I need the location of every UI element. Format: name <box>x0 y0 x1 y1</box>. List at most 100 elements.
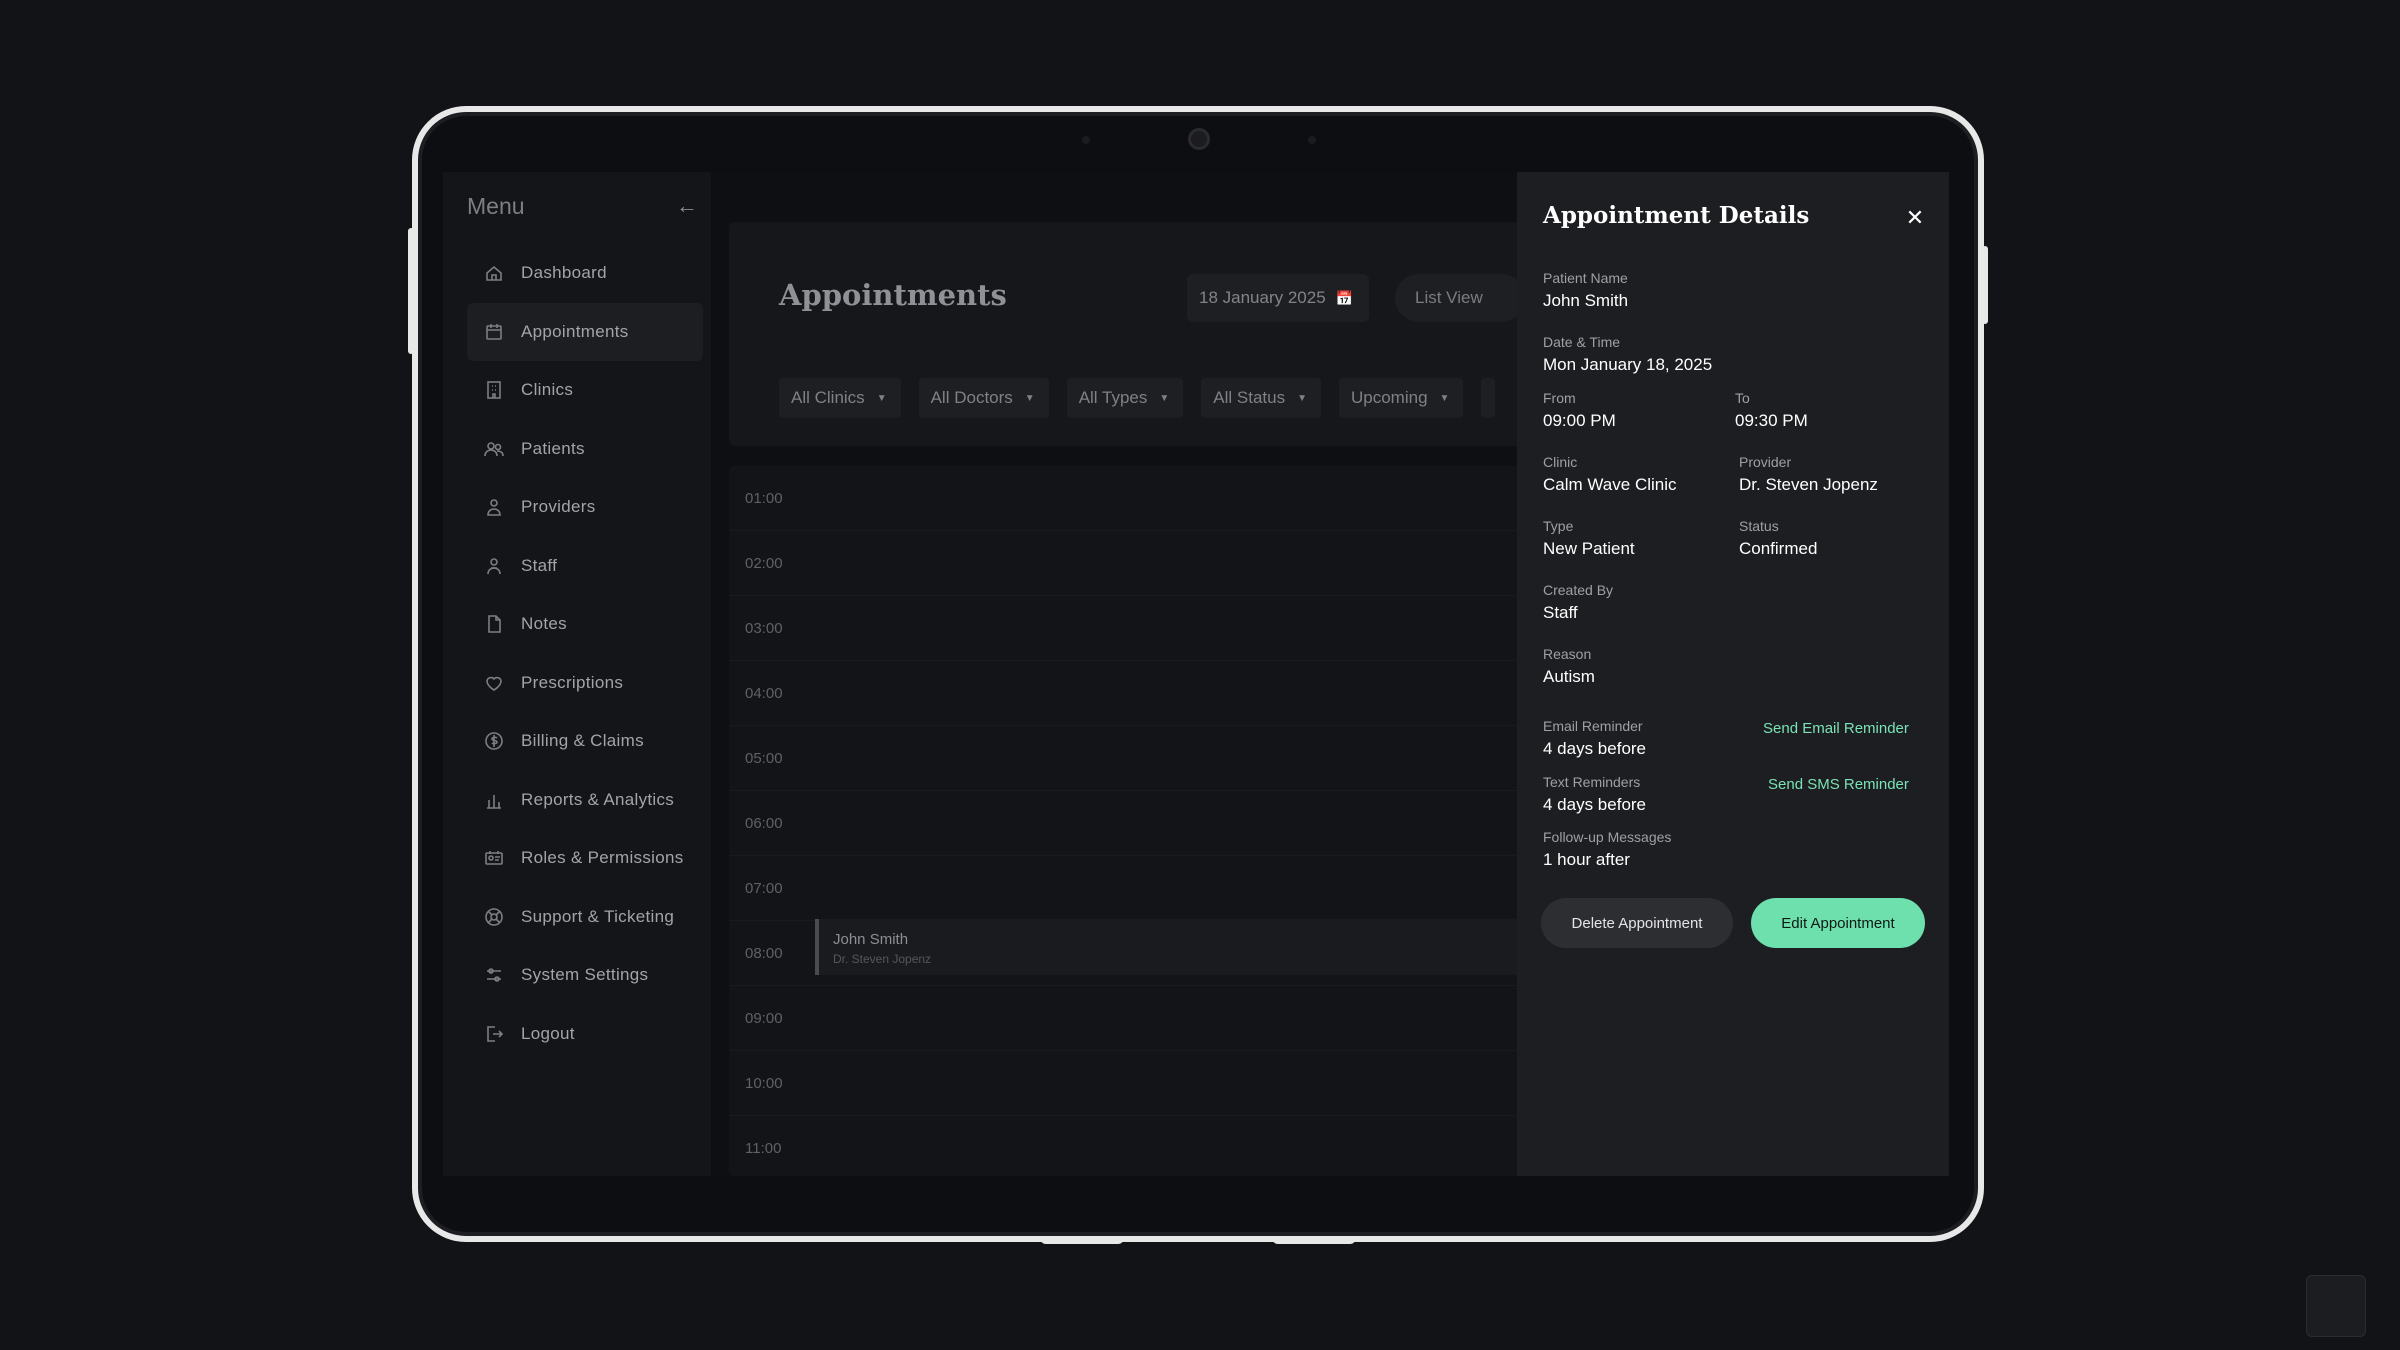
field-status: Status Confirmed <box>1739 518 1817 559</box>
side-button-left <box>408 228 414 354</box>
sidebar-item-providers[interactable]: Providers <box>467 478 703 536</box>
time-label: 10:00 <box>745 1075 783 1092</box>
filter-label: All Clinics <box>791 388 865 407</box>
send-email-reminder-link[interactable]: Send Email Reminder <box>1763 720 1909 737</box>
sidebar-item-system-settings[interactable]: System Settings <box>467 946 703 1004</box>
event-patient-name: John Smith <box>833 931 909 948</box>
user-group-icon <box>483 496 505 518</box>
sidebar-item-appointments[interactable]: Appointments <box>467 302 703 361</box>
document-icon <box>483 613 505 635</box>
field-value: Dr. Steven Jopenz <box>1739 475 1878 494</box>
time-label: 07:00 <box>745 880 783 897</box>
delete-appointment-button[interactable]: Delete Appointment <box>1541 898 1733 948</box>
sidebar-item-label: Appointments <box>521 321 629 341</box>
bottom-connector-right <box>1272 1236 1356 1244</box>
field-label: Patient Name <box>1543 270 1628 286</box>
corner-widget[interactable] <box>2306 1275 2366 1337</box>
sidebar-item-staff[interactable]: Staff <box>467 537 703 595</box>
caret-down-icon: ▼ <box>1159 392 1170 404</box>
view-toggle-list[interactable]: List View <box>1395 274 1525 322</box>
sensor-right-icon <box>1308 136 1316 144</box>
time-label: 11:00 <box>745 1140 782 1157</box>
field-created-by: Created By Staff <box>1543 582 1613 623</box>
field-label: Reason <box>1543 646 1592 662</box>
filter-dropdown-upcoming[interactable]: Upcoming ▼ <box>1338 378 1464 418</box>
field-value: 09:00 PM <box>1543 411 1616 430</box>
appointment-details-panel: Appointment Details ✕ Patient Name John … <box>1517 172 1949 1176</box>
sidebar-item-label: Dashboard <box>521 263 607 282</box>
sidebar-item-label: Providers <box>521 497 596 516</box>
filter-bar: All Clinics ▼ All Doctors ▼ All Types ▼ All St… <box>779 378 1496 418</box>
sidebar-item-support-ticketing[interactable]: Support & Ticketing <box>467 888 703 946</box>
filter-dropdown-all-doctors[interactable]: All Doctors ▼ <box>918 378 1049 418</box>
sidebar-item-dashboard[interactable]: Dashboard <box>467 244 703 302</box>
field-value: Confirmed <box>1739 539 1818 558</box>
dollar-icon <box>483 730 505 752</box>
filter-dropdown-all-status[interactable]: All Status ▼ <box>1201 378 1321 418</box>
sidebar-item-label: Clinics <box>521 380 574 399</box>
sidebar-item-reports-analytics[interactable]: Reports & Analytics <box>467 771 703 829</box>
edit-appointment-button[interactable]: Edit Appointment <box>1751 898 1925 948</box>
field-patient-name: Patient Name John Smith <box>1543 270 1628 311</box>
caret-down-icon: ▼ <box>1439 392 1450 404</box>
home-icon <box>483 262 505 284</box>
sidebar-item-billing-claims[interactable]: Billing & Claims <box>467 712 703 770</box>
field-to: To 09:30 PM <box>1735 390 1808 431</box>
time-label: 06:00 <box>745 815 783 832</box>
field-value: 4 days before <box>1543 795 1647 814</box>
time-label: 03:00 <box>745 620 783 637</box>
time-label: 08:00 <box>745 945 783 962</box>
sidebar-item-label: Logout <box>521 1023 575 1043</box>
time-label: 01:00 <box>745 490 783 507</box>
sidebar-item-logout[interactable]: Logout <box>467 1005 703 1063</box>
bar-chart-icon <box>483 789 505 811</box>
date-picker[interactable]: 18 January 2025 📅 <box>1187 274 1369 322</box>
field-value: 09:30 PM <box>1735 411 1808 430</box>
appointment-event-block[interactable]: John Smith Dr. Steven Jopenz <box>815 919 1535 975</box>
sidebar-item-roles-permissions[interactable]: Roles & Permissions <box>467 829 703 887</box>
heart-icon <box>483 672 505 694</box>
sidebar-item-label: Roles & Permissions <box>521 848 684 867</box>
users-icon <box>483 438 505 460</box>
field-label: Status <box>1739 518 1779 534</box>
field-value: 1 hour after <box>1543 850 1630 869</box>
bottom-connector-left <box>1040 1236 1124 1244</box>
calendar-icon: 📅 <box>1335 289 1354 306</box>
filter-dropdown-overflow[interactable] <box>1481 378 1496 418</box>
page-title: Appointments <box>779 278 1007 312</box>
logout-icon <box>483 1023 505 1045</box>
time-label: 09:00 <box>745 1010 783 1027</box>
sidebar-nav: Dashboard Appointments Clinics Patients Prov… <box>467 244 703 1063</box>
sensor-left-icon <box>1082 136 1090 144</box>
send-sms-reminder-link[interactable]: Send SMS Reminder <box>1768 776 1909 793</box>
caret-down-icon: ▼ <box>876 392 887 404</box>
field-label: Clinic <box>1543 454 1578 470</box>
close-icon[interactable]: ✕ <box>1903 206 1927 230</box>
sidebar-item-patients[interactable]: Patients <box>467 420 703 478</box>
sidebar-item-clinics[interactable]: Clinics <box>467 361 703 419</box>
time-label: 04:00 <box>745 685 783 702</box>
field-followup: Follow-up Messages 1 hour after <box>1543 829 1671 870</box>
panel-title: Appointment Details <box>1543 202 1810 229</box>
field-label: Email Reminder <box>1543 718 1643 734</box>
screen: Menu ← Dashboard Appointments Clinics Patie… <box>443 172 1949 1176</box>
field-from: From 09:00 PM <box>1543 390 1616 431</box>
sidebar-item-label: Billing & Claims <box>521 731 644 750</box>
filter-label: Upcoming <box>1350 388 1428 407</box>
sidebar-item-label: Reports & Analytics <box>521 789 675 809</box>
filter-dropdown-all-types[interactable]: All Types ▼ <box>1066 378 1184 418</box>
sidebar-item-notes[interactable]: Notes <box>467 595 703 653</box>
filter-label: All Doctors <box>930 388 1013 407</box>
view-label: List View <box>1415 288 1483 307</box>
field-type: Type New Patient <box>1543 518 1635 559</box>
sidebar-item-label: Prescriptions <box>521 672 624 692</box>
field-label: Date & Time <box>1543 334 1621 350</box>
filter-dropdown-all-clinics[interactable]: All Clinics ▼ <box>779 378 901 418</box>
collapse-arrow-left-icon[interactable]: ← <box>675 194 699 218</box>
field-email-reminder: Email Reminder 4 days before <box>1543 718 1646 759</box>
date-value: 18 January 2025 <box>1199 288 1326 307</box>
sidebar-item-prescriptions[interactable]: Prescriptions <box>467 654 703 712</box>
filter-label: All Status <box>1213 388 1286 407</box>
staff-icon <box>483 555 505 577</box>
field-value: Autism <box>1543 667 1595 686</box>
